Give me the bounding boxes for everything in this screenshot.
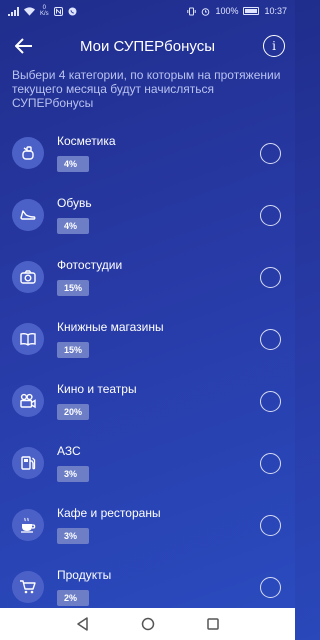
wifi-icon — [24, 6, 35, 16]
clock: 10:37 — [264, 6, 287, 16]
category-radio[interactable] — [260, 143, 281, 164]
cosmetics-icon — [12, 137, 44, 169]
category-percent-badge: 20% — [57, 404, 90, 420]
alarm-icon — [202, 7, 210, 16]
network-speed: 0 K/s — [40, 5, 49, 17]
category-radio[interactable] — [260, 329, 281, 350]
info-icon: i — [272, 39, 276, 53]
category-percent-badge: 3% — [57, 466, 89, 482]
category-row-cinema-theatres[interactable]: Кино и театры 20% — [0, 370, 295, 432]
category-text: Фотостудии 15% — [57, 258, 283, 296]
category-row-gas-stations[interactable]: АЗС 3% — [0, 432, 295, 494]
category-name: Фотостудии — [57, 258, 123, 272]
vibrate-icon — [187, 7, 197, 15]
category-name: АЗС — [57, 444, 81, 458]
nav-recents-button[interactable] — [206, 617, 220, 631]
category-text: Обувь 4% — [57, 196, 283, 234]
category-text: Косметика 4% — [57, 134, 283, 172]
category-text: Кафе и рестораны 3% — [57, 506, 283, 544]
category-text: Кино и театры 20% — [57, 382, 283, 420]
category-row-photo-studios[interactable]: Фотостудии 15% — [0, 246, 295, 308]
book-icon — [12, 323, 44, 355]
category-percent-badge: 3% — [57, 528, 89, 544]
category-name: Книжные магазины — [57, 320, 164, 334]
category-name: Продукты — [57, 568, 112, 582]
shopping-cart-icon — [12, 571, 44, 603]
shoe-icon — [12, 199, 44, 231]
square-recents-icon — [206, 618, 219, 630]
category-list: Косметика 4% Обувь 4% Фотостудии 15% Кни… — [0, 122, 295, 618]
system-navigation-bar — [0, 608, 295, 640]
status-left: 0 K/s — [8, 5, 77, 17]
camera-icon — [12, 261, 44, 293]
nav-back-button[interactable] — [76, 617, 90, 631]
category-name: Кафе и рестораны — [57, 506, 161, 520]
coffee-cup-icon — [12, 509, 44, 541]
page-title: Мои СУПЕРбонусы — [79, 37, 216, 55]
category-radio[interactable] — [260, 515, 281, 536]
signal-icon — [8, 6, 19, 16]
category-row-bookstores[interactable]: Книжные магазины 15% — [0, 308, 295, 370]
category-text: Книжные магазины 15% — [57, 320, 283, 358]
category-percent-badge: 15% — [57, 280, 90, 296]
category-name: Кино и театры — [57, 382, 137, 396]
category-percent-badge: 4% — [57, 218, 89, 234]
triangle-back-icon — [76, 617, 88, 631]
category-text: Продукты 2% — [57, 568, 283, 606]
category-text: АЗС 3% — [57, 444, 283, 482]
category-name: Косметика — [57, 134, 116, 148]
battery-icon — [243, 7, 260, 15]
category-percent-badge: 2% — [57, 590, 89, 606]
category-radio[interactable] — [260, 577, 281, 598]
category-row-cafes-restaurants[interactable]: Кафе и рестораны 3% — [0, 494, 295, 556]
nav-home-button[interactable] — [141, 617, 155, 631]
nfc-icon — [53, 6, 63, 16]
category-percent-badge: 15% — [57, 342, 90, 358]
back-button[interactable] — [12, 34, 36, 58]
status-bar: 0 K/s 100% 10:37 — [0, 0, 295, 22]
category-radio[interactable] — [260, 205, 281, 226]
info-button[interactable]: i — [263, 35, 285, 57]
battery-percent: 100% — [215, 6, 239, 16]
category-radio[interactable] — [260, 453, 281, 474]
circle-home-icon — [141, 617, 154, 631]
category-radio[interactable] — [260, 267, 281, 288]
category-row-shoes[interactable]: Обувь 4% — [0, 184, 295, 246]
category-radio[interactable] — [260, 391, 281, 412]
viber-icon — [68, 7, 77, 15]
category-percent-badge: 4% — [57, 156, 89, 172]
gas-station-icon — [12, 447, 44, 479]
category-name: Обувь — [57, 196, 92, 210]
status-right: 100% 10:37 — [187, 6, 287, 16]
arrow-left-icon — [15, 38, 32, 54]
category-row-cosmetics[interactable]: Косметика 4% — [0, 122, 295, 184]
intro-text: Выбери 4 категории, по которым на протяж… — [12, 68, 281, 110]
movie-camera-icon — [12, 385, 44, 417]
app-bar: Мои СУПЕРбонусы i — [0, 22, 295, 70]
